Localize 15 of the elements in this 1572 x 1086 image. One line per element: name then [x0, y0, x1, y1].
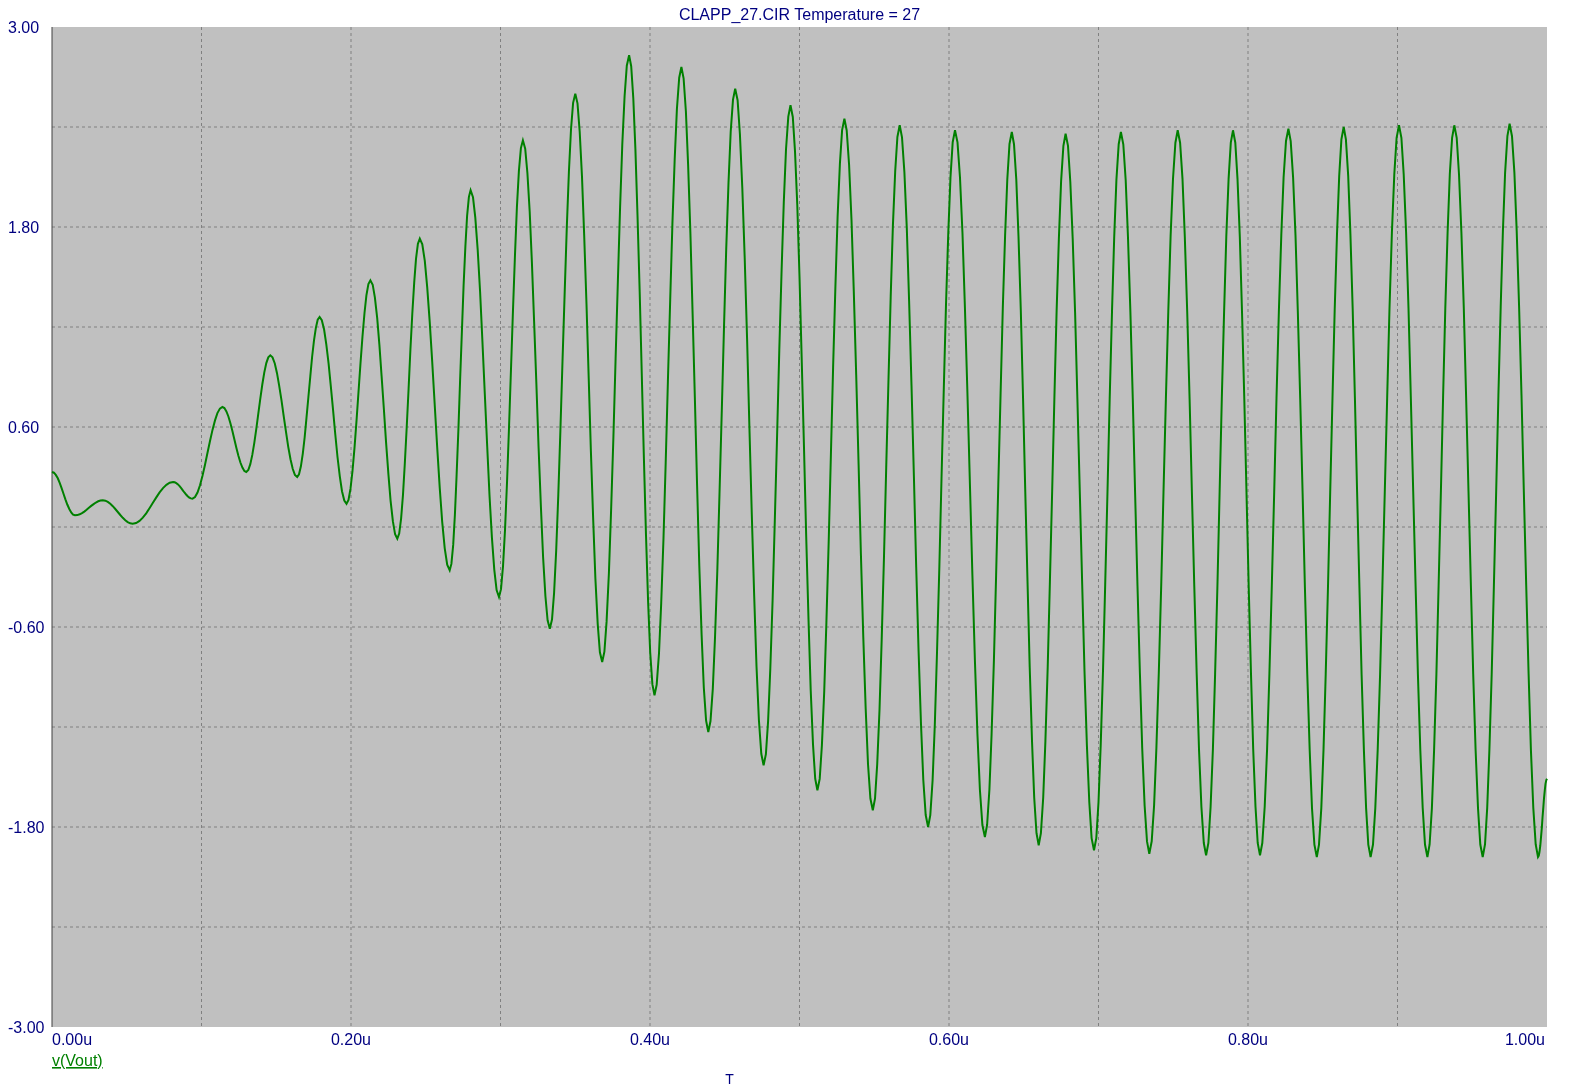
legend-label: v(Vout) — [52, 1052, 103, 1069]
axis-label: T — [725, 1071, 734, 1086]
axis-tick-label: -0.60 — [8, 619, 45, 636]
axis-tick-label: 1.00u — [1504, 1031, 1545, 1048]
chart-title: CLAPP_27.CIR Temperature = 27 — [678, 6, 921, 23]
axis-tick-label: 0.20u — [331, 1031, 371, 1048]
axis-tick-label: 0.60u — [929, 1031, 969, 1048]
axis-tick-label: 0.40u — [630, 1031, 670, 1048]
axis-tick-label: 0.80u — [1228, 1031, 1268, 1048]
axis-tick-label: 0.60 — [8, 419, 40, 436]
axis-tick-label: 0.00u — [52, 1031, 93, 1048]
axis-tick-label: -3.00 — [8, 1019, 45, 1036]
axis-tick-label: 1.80 — [8, 219, 40, 236]
axis-tick-label: 3.00 — [8, 19, 40, 36]
axis-tick-label: -1.80 — [8, 819, 45, 836]
